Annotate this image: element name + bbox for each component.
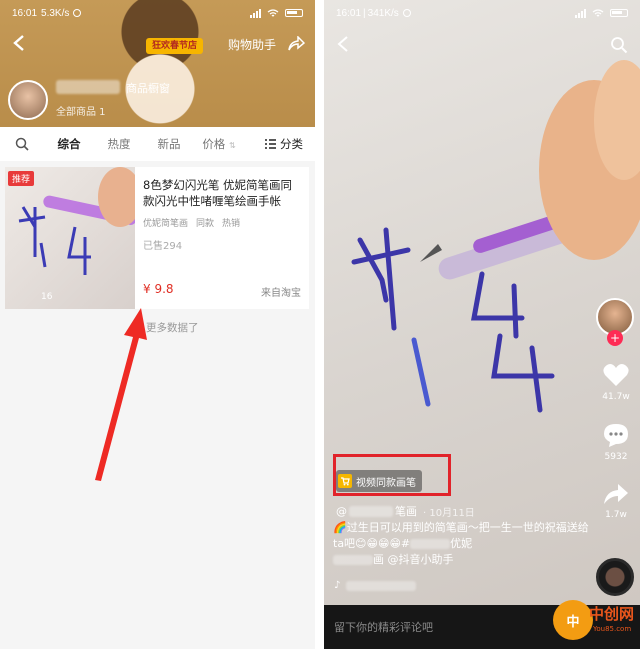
screenshot-composite: 16:01 5.3K/s 狂欢春节店 购物助手 商品橱窗 全部商品 1 综合 热…	[0, 0, 640, 649]
comment-count: 5932	[604, 452, 628, 462]
goods-tag-label: 视频同款画笔	[356, 477, 416, 489]
caption-part-c: 画 @抖音小助手	[373, 553, 454, 566]
video-screen: 16:01 | 341K/s + 41.7w 5932 1.7w 视频同款画笔 …	[324, 0, 640, 649]
comment-icon	[604, 424, 628, 447]
back-icon[interactable]	[336, 34, 350, 58]
cart-icon	[338, 474, 352, 488]
search-icon[interactable]	[610, 36, 628, 54]
battery-icon	[610, 9, 628, 17]
status-time: 16:01	[336, 7, 362, 19]
music-line[interactable]: ♪	[334, 580, 417, 591]
watermark: 中 中创网 You85.com	[553, 600, 637, 646]
like-count: 41.7w	[602, 392, 630, 402]
like-button[interactable]: 41.7w	[596, 362, 636, 402]
post-date: · 10月11日	[423, 507, 475, 519]
share-arrow-icon	[604, 484, 628, 504]
watermark-name: 中创网	[589, 605, 635, 623]
status-bar-right: 16:01 | 341K/s	[324, 0, 640, 26]
wifi-icon	[592, 8, 604, 16]
blurred-hashtag	[410, 539, 451, 549]
music-note-icon: ♪	[334, 580, 341, 591]
status-speed: 341K/s	[367, 7, 399, 19]
alarm-icon	[402, 9, 411, 17]
video-goods-tag[interactable]: 视频同款画笔	[336, 470, 422, 492]
blurred-music-title	[346, 580, 417, 591]
share-button[interactable]: 1.7w	[596, 482, 636, 520]
watermark-site: You85.com	[593, 625, 632, 633]
share-count: 1.7w	[605, 510, 627, 520]
author-line[interactable]: @ 笔画 · 10月11日	[336, 503, 475, 519]
signal-icon	[575, 8, 586, 18]
heart-icon	[603, 364, 629, 386]
author-suffix: 笔画	[395, 505, 417, 518]
video-caption: 🌈过生日可以用到的简笔画～把一生一世的祝福送给ta吧😊😁😁😁# 优妮 画 @抖音小…	[333, 520, 591, 568]
blurred-hashtag	[333, 555, 373, 565]
music-disc[interactable]	[596, 558, 634, 596]
blurred-author-name	[349, 505, 393, 517]
comment-button[interactable]: 5932	[596, 422, 636, 462]
watermark-logo: 中	[553, 600, 593, 640]
follow-plus-icon[interactable]: +	[607, 330, 623, 346]
comment-input-placeholder[interactable]: 留下你的精彩评论吧	[334, 619, 433, 635]
caption-part-b: 优妮	[450, 537, 473, 550]
